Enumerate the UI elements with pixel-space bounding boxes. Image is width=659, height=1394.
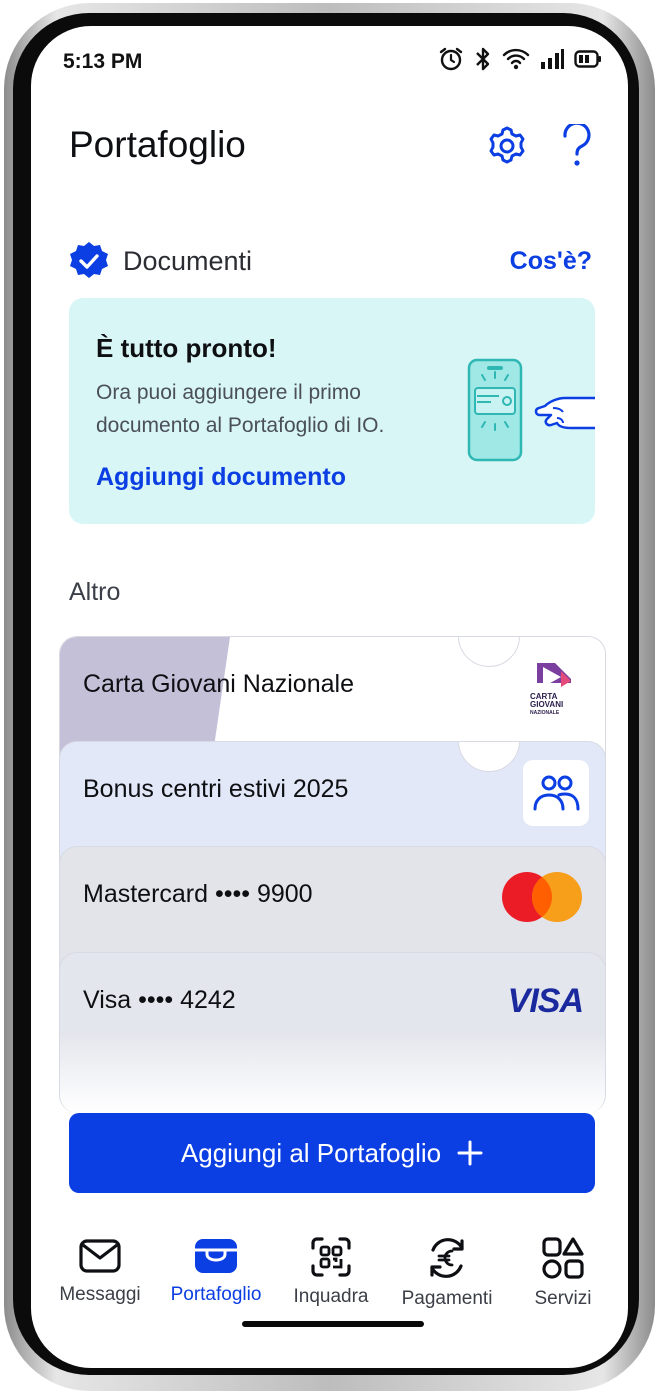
wallet-icon <box>195 1239 237 1273</box>
documents-label: Documenti <box>123 245 253 276</box>
other-section-label: Altro <box>69 578 121 606</box>
svg-text:GIOVANI: GIOVANI <box>530 700 563 709</box>
page-title: Portafoglio <box>69 124 246 165</box>
empty-description: Ora puoi aggiungere il primo documento a… <box>96 381 385 437</box>
tab-label: Servizi <box>534 1288 592 1309</box>
tab-label: Messaggi <box>59 1284 141 1305</box>
tab-portafoglio[interactable]: Portafoglio <box>156 1236 276 1306</box>
signal-icon <box>541 49 564 69</box>
question-icon <box>563 124 591 166</box>
qr-scan-icon <box>311 1237 351 1277</box>
tab-servizi[interactable]: Servizi <box>503 1236 623 1310</box>
tab-label: Portafoglio <box>170 1284 262 1305</box>
phone-tap-illustration-icon <box>467 358 595 462</box>
mastercard-logo-icon <box>502 872 582 922</box>
mail-icon <box>79 1239 121 1273</box>
card-label: Carta Giovani Nazionale <box>83 670 354 698</box>
empty-title: È tutto pronto! <box>96 333 277 363</box>
tab-pagamenti[interactable]: Pagamenti <box>387 1236 507 1310</box>
add-to-wallet-label: Aggiungi al Portafoglio <box>180 1137 442 1168</box>
card-label: Mastercard •••• 9900 <box>83 880 313 908</box>
bluetooth-icon <box>476 47 490 71</box>
verified-badge-icon <box>70 242 108 278</box>
screen: 5:13 PM Portafoglio Documenti Cos'è? È t… <box>31 26 628 1368</box>
visa-logo-icon: VISA <box>507 982 584 1020</box>
tab-messaggi[interactable]: Messaggi <box>40 1236 160 1306</box>
wifi-icon <box>502 48 530 70</box>
battery-icon <box>574 50 601 68</box>
cgn-logo-icon: CARTA GIOVANI NAZIONALE <box>530 663 571 716</box>
card-notch <box>458 637 520 667</box>
visa-card[interactable]: Visa •••• 4242 VISA <box>59 952 606 1113</box>
bottom-tab-bar: Messaggi Portafoglio Inquadra Pagamenti … <box>31 1236 628 1326</box>
tab-inquadra[interactable]: Inquadra <box>271 1236 391 1308</box>
gear-icon <box>489 126 525 164</box>
status-icons <box>438 46 602 72</box>
card-label: Visa •••• 4242 <box>83 986 236 1014</box>
services-grid-icon <box>542 1237 584 1279</box>
tab-label: Inquadra <box>293 1286 369 1307</box>
add-to-wallet-button[interactable]: Aggiungi al Portafoglio <box>69 1113 595 1193</box>
card-label: Bonus centri estivi 2025 <box>83 775 349 803</box>
card-notch <box>458 742 520 772</box>
documents-section-header: Documenti Cos'è? <box>69 241 592 281</box>
svg-text:NAZIONALE: NAZIONALE <box>530 710 560 716</box>
plus-icon <box>457 1140 483 1166</box>
status-time: 5:13 PM <box>63 50 143 73</box>
help-button[interactable] <box>553 122 601 170</box>
add-document-link[interactable]: Aggiungi documento <box>96 463 346 492</box>
people-icon <box>533 775 580 811</box>
tab-label: Pagamenti <box>401 1288 493 1309</box>
home-indicator[interactable] <box>242 1321 424 1327</box>
euro-exchange-icon <box>430 1238 464 1278</box>
whats-this-link[interactable]: Cos'è? <box>510 247 592 276</box>
documents-empty-card: È tutto pronto! Ora puoi aggiungere il p… <box>69 298 595 524</box>
alarm-icon <box>439 47 463 71</box>
bonus-tile <box>523 760 589 826</box>
settings-button[interactable] <box>483 122 531 170</box>
